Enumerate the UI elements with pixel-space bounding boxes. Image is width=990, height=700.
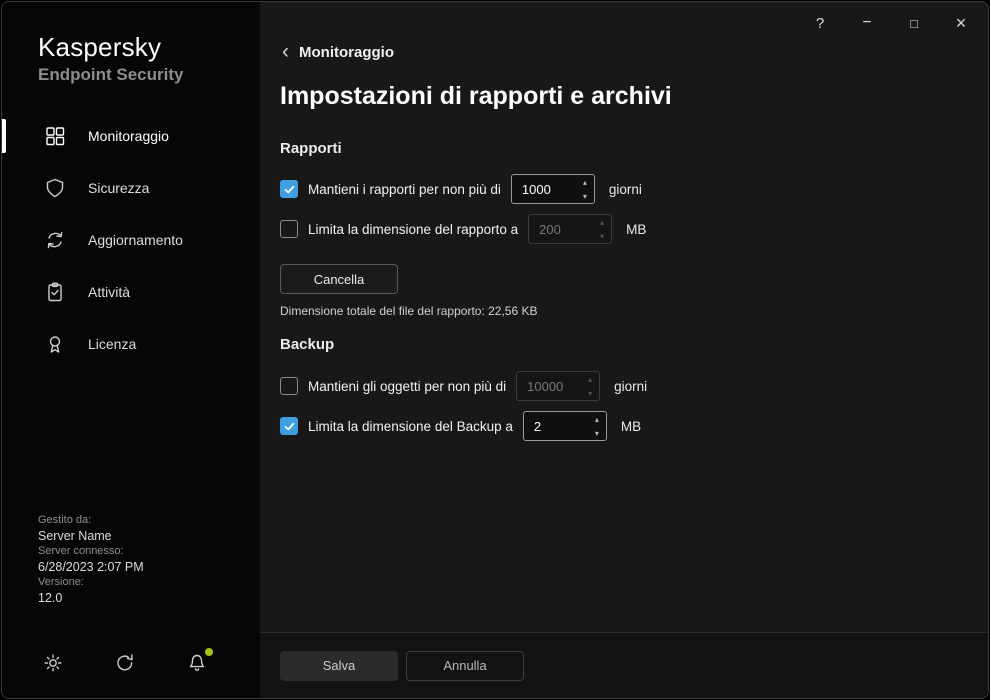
shield-icon xyxy=(44,177,66,199)
sidebar-item-label: Attività xyxy=(88,284,130,300)
backup-limit-row: Limita la dimensione del Backup a ▴ ▾ MB xyxy=(280,411,641,441)
spin-down-icon: ▾ xyxy=(581,386,599,400)
backup-limit-unit: MB xyxy=(621,419,641,434)
reports-limit-checkbox[interactable] xyxy=(280,220,298,238)
save-button[interactable]: Salva xyxy=(280,651,398,681)
maximize-button[interactable]: □ xyxy=(903,12,925,34)
spin-up-icon: ▴ xyxy=(581,372,599,386)
sidebar-item-licenza[interactable]: Licenza xyxy=(2,318,260,370)
sidebar: Kaspersky Endpoint Security Monitoraggio… xyxy=(2,2,260,698)
reports-keep-unit: giorni xyxy=(609,182,642,197)
sidebar-item-label: Monitoraggio xyxy=(88,128,169,144)
spin-up-icon[interactable]: ▴ xyxy=(588,412,606,426)
reports-keep-checkbox[interactable] xyxy=(280,180,298,198)
managed-by-label: Gestito da: xyxy=(38,513,144,529)
close-button[interactable]: × xyxy=(950,12,972,34)
spinner: ▴ ▾ xyxy=(581,372,599,400)
footer-bar: Salva Annulla xyxy=(260,632,988,698)
sidebar-item-aggiornamento[interactable]: Aggiornamento xyxy=(2,214,260,266)
notification-dot xyxy=(205,648,213,656)
monitoring-grid-icon xyxy=(44,125,66,147)
version-label: Versione: xyxy=(38,575,144,591)
reports-keep-days-field: ▴ ▾ xyxy=(511,174,595,204)
version-value: 12.0 xyxy=(38,591,144,607)
spin-down-icon[interactable]: ▾ xyxy=(576,189,594,203)
brand-name: Kaspersky xyxy=(38,32,183,63)
app-window: ? − □ × Kaspersky Endpoint Security Moni… xyxy=(1,1,989,699)
backup-keep-label: Mantieni gli oggetti per non più di xyxy=(308,379,506,394)
notifications-bell-icon[interactable] xyxy=(184,650,210,676)
backup-keep-row: Mantieni gli oggetti per non più di ▴ ▾ … xyxy=(280,371,647,401)
reports-limit-label: Limita la dimensione del rapporto a xyxy=(308,222,518,237)
help-button[interactable]: ? xyxy=(809,12,831,34)
spin-up-icon[interactable]: ▴ xyxy=(576,175,594,189)
back-label: Monitoraggio xyxy=(299,44,394,61)
page-title: Impostazioni di rapporti e archivi xyxy=(280,82,672,111)
chevron-left-icon: ‹ xyxy=(282,42,289,62)
reports-limit-row: Limita la dimensione del rapporto a ▴ ▾ … xyxy=(280,214,646,244)
sidebar-item-attivita[interactable]: Attività xyxy=(2,266,260,318)
report-total-size-text: Dimensione totale del file del rapporto:… xyxy=(280,304,538,318)
backup-section-heading: Backup xyxy=(280,336,334,353)
backup-limit-size-field: ▴ ▾ xyxy=(523,411,607,441)
spin-down-icon[interactable]: ▾ xyxy=(588,426,606,440)
spinner: ▴ ▾ xyxy=(593,215,611,243)
main-content: ‹ Monitoraggio Impostazioni di rapporti … xyxy=(260,2,988,698)
backup-keep-days-field: ▴ ▾ xyxy=(516,371,600,401)
support-icon[interactable] xyxy=(112,650,138,676)
reports-section-heading: Rapporti xyxy=(280,140,342,157)
brand-logo: Kaspersky Endpoint Security xyxy=(38,32,183,85)
backup-limit-label: Limita la dimensione del Backup a xyxy=(308,419,513,434)
reports-keep-label: Mantieni i rapporti per non più di xyxy=(308,182,501,197)
spinner: ▴ ▾ xyxy=(576,175,594,203)
settings-gear-icon[interactable] xyxy=(40,650,66,676)
reports-limit-size-field: ▴ ▾ xyxy=(528,214,612,244)
brand-product: Endpoint Security xyxy=(38,65,183,85)
spin-up-icon: ▴ xyxy=(593,215,611,229)
reports-keep-row: Mantieni i rapporti per non più di ▴ ▾ g… xyxy=(280,174,642,204)
minimize-button[interactable]: − xyxy=(856,12,878,34)
sidebar-nav: Monitoraggio Sicurezza Aggiornamento Att… xyxy=(2,110,260,370)
backup-keep-unit: giorni xyxy=(614,379,647,394)
refresh-icon xyxy=(44,229,66,251)
cancel-button[interactable]: Annulla xyxy=(406,651,524,681)
sidebar-item-label: Sicurezza xyxy=(88,180,149,196)
reports-limit-unit: MB xyxy=(626,222,646,237)
backup-keep-checkbox[interactable] xyxy=(280,377,298,395)
sidebar-item-label: Licenza xyxy=(88,336,136,352)
sidebar-item-sicurezza[interactable]: Sicurezza xyxy=(2,162,260,214)
backup-limit-checkbox[interactable] xyxy=(280,417,298,435)
server-info: Gestito da: Server Name Server connesso:… xyxy=(38,513,144,606)
managed-by-value: Server Name xyxy=(38,529,144,545)
spinner: ▴ ▾ xyxy=(588,412,606,440)
license-medal-icon xyxy=(44,333,66,355)
sidebar-actions xyxy=(40,650,210,676)
titlebar-controls: ? − □ × xyxy=(809,12,972,34)
sidebar-item-monitoraggio[interactable]: Monitoraggio xyxy=(2,110,260,162)
server-connected-value: 6/28/2023 2:07 PM xyxy=(38,560,144,576)
spin-down-icon: ▾ xyxy=(593,229,611,243)
sidebar-item-label: Aggiornamento xyxy=(88,232,183,248)
back-link[interactable]: ‹ Monitoraggio xyxy=(282,42,394,62)
server-connected-label: Server connesso: xyxy=(38,544,144,560)
tasks-clipboard-icon xyxy=(44,281,66,303)
clear-reports-button[interactable]: Cancella xyxy=(280,264,398,294)
